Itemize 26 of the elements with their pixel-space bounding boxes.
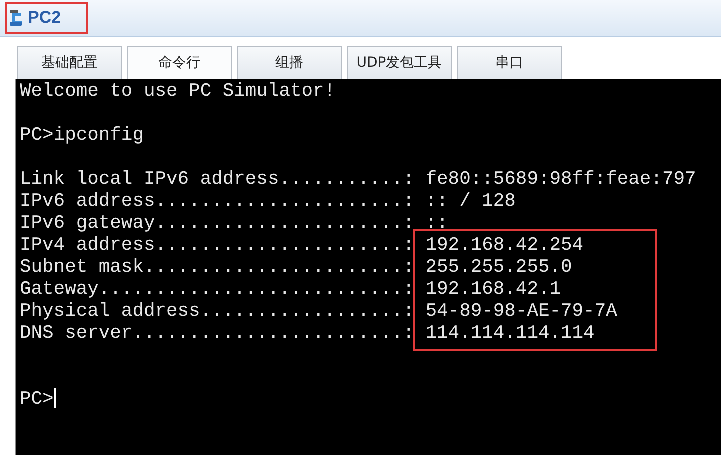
field-label: Physical address..................: xyxy=(20,300,414,322)
field-label: Subnet mask.......................: xyxy=(20,256,414,278)
field-label: Gateway...........................: xyxy=(20,278,414,300)
field-label: DNS server........................: xyxy=(20,322,414,344)
tab[interactable]: 组播 xyxy=(237,46,342,79)
console-line: Welcome to use PC Simulator! xyxy=(20,80,336,102)
tab[interactable]: 基础配置 xyxy=(17,46,122,79)
tab[interactable]: 串口 xyxy=(457,46,562,79)
command-prompt: PC> xyxy=(20,388,54,410)
field-value: 192.168.42.1 xyxy=(426,278,562,300)
field-value: :: / 128 xyxy=(426,190,516,212)
window-title: PC2 xyxy=(28,7,62,30)
field-value: :: xyxy=(426,212,448,234)
field-value: 54-89-98-AE-79-7A xyxy=(426,300,618,322)
field-value: 114.114.114.114 xyxy=(426,322,595,344)
tab[interactable]: 命令行 xyxy=(127,46,232,79)
field-value: 255.255.255.0 xyxy=(426,256,572,278)
field-value: 192.168.42.254 xyxy=(426,234,584,256)
field-label: IPv6 address......................: xyxy=(20,190,414,212)
field-label: IPv6 gateway......................: xyxy=(20,212,414,234)
field-value: fe80::5689:98ff:feae:797 xyxy=(426,168,696,190)
tab[interactable]: UDP发包工具 xyxy=(347,46,452,79)
field-label: IPv4 address......................: xyxy=(20,234,414,256)
field-label: Link local IPv6 address...........: xyxy=(20,168,414,190)
app-icon xyxy=(9,10,24,26)
console-line: PC>ipconfig xyxy=(20,124,144,146)
